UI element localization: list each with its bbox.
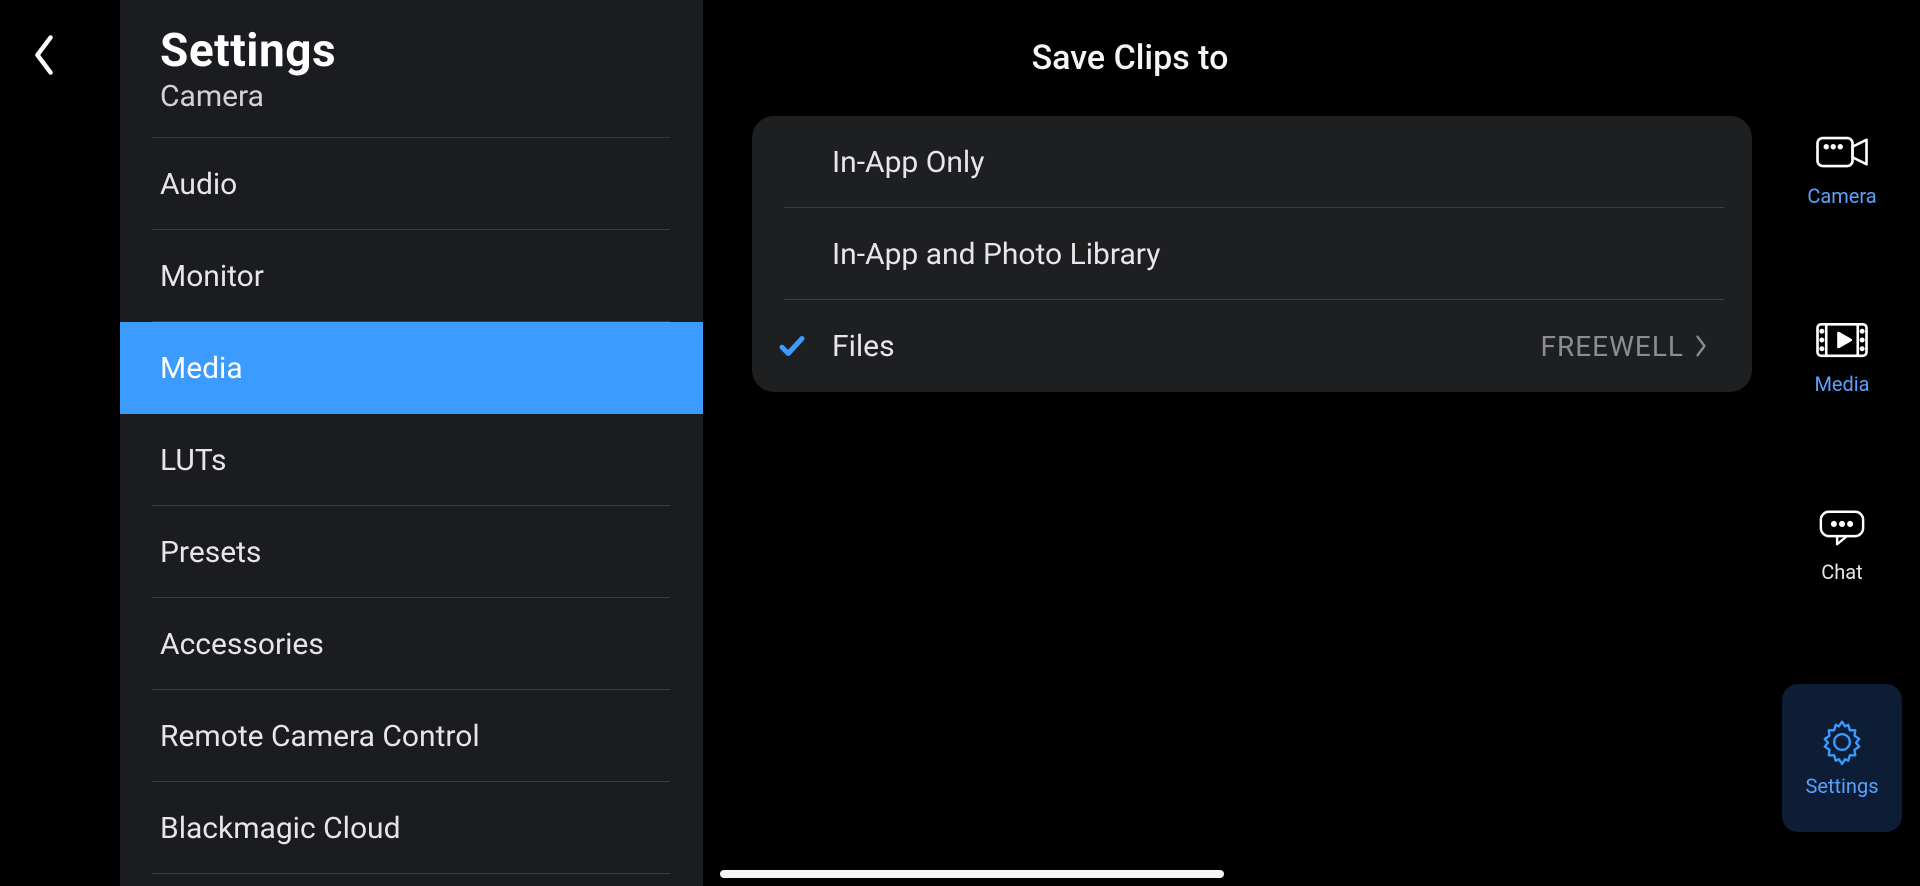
back-button[interactable] [30,33,74,77]
media-icon [1814,316,1870,364]
sidebar-item-remote-camera-control[interactable]: Remote Camera Control [120,690,703,782]
sidebar-item-luts[interactable]: LUTs [120,414,703,506]
sidebar-item-label: Audio [160,139,237,231]
sidebar-item-accessories[interactable]: Accessories [120,598,703,690]
option-in-app-and-photo-library[interactable]: In-App and Photo Library [752,208,1752,300]
right-rail: Camera Media Chat Settings [1782,120,1902,832]
check-icon [752,331,832,361]
settings-title: Settings [160,24,336,78]
save-clips-options: In-App Only In-App and Photo Library Files… [752,116,1752,392]
option-label: Files [832,329,1541,364]
rail-label: Chat [1821,560,1862,584]
sidebar-item-media[interactable]: Media [120,322,703,414]
rail-camera[interactable]: Camera [1782,120,1902,216]
sidebar-item-label: Media [160,323,243,415]
camera-icon [1814,128,1870,176]
sidebar-item-blackmagic-cloud[interactable]: Blackmagic Cloud [120,782,703,874]
sidebar-item-label: Monitor [160,231,264,323]
sidebar-item-audio[interactable]: Audio [120,138,703,230]
divider [152,873,670,874]
sidebar-item-label: Accessories [160,599,324,691]
option-files[interactable]: FilesFREEWELL [752,300,1752,392]
sidebar-item-label: Camera [160,85,264,109]
chevron-right-icon [1694,333,1734,359]
option-value: FREEWELL [1541,330,1684,363]
rail-label: Camera [1807,184,1876,208]
rail-settings[interactable]: Settings [1782,684,1902,832]
sidebar-item-label: Blackmagic Cloud [160,783,401,875]
option-label: In-App and Photo Library [832,237,1752,272]
sidebar-item-monitor[interactable]: Monitor [120,230,703,322]
chevron-left-icon [30,33,74,77]
sidebar-item-label: Remote Camera Control [160,691,480,783]
option-in-app-only[interactable]: In-App Only [752,116,1752,208]
rail-label: Settings [1805,774,1878,798]
chat-icon [1816,504,1868,552]
rail-label: Media [1814,372,1869,396]
detail-title: Save Clips to [740,38,1520,78]
home-indicator [720,870,1224,878]
screen: Settings CameraAudioMonitorMediaLUTsPres… [0,0,1920,886]
settings-list: CameraAudioMonitorMediaLUTsPresetsAccess… [120,98,703,874]
sidebar-item-label: LUTs [160,415,227,507]
settings-icon [1817,718,1867,766]
settings-sidebar: Settings CameraAudioMonitorMediaLUTsPres… [120,0,703,886]
rail-chat[interactable]: Chat [1782,496,1902,592]
sidebar-item-camera[interactable]: Camera [120,98,703,138]
sidebar-item-presets[interactable]: Presets [120,506,703,598]
option-label: In-App Only [832,145,1752,180]
sidebar-item-label: Presets [160,507,261,599]
rail-media[interactable]: Media [1782,308,1902,404]
